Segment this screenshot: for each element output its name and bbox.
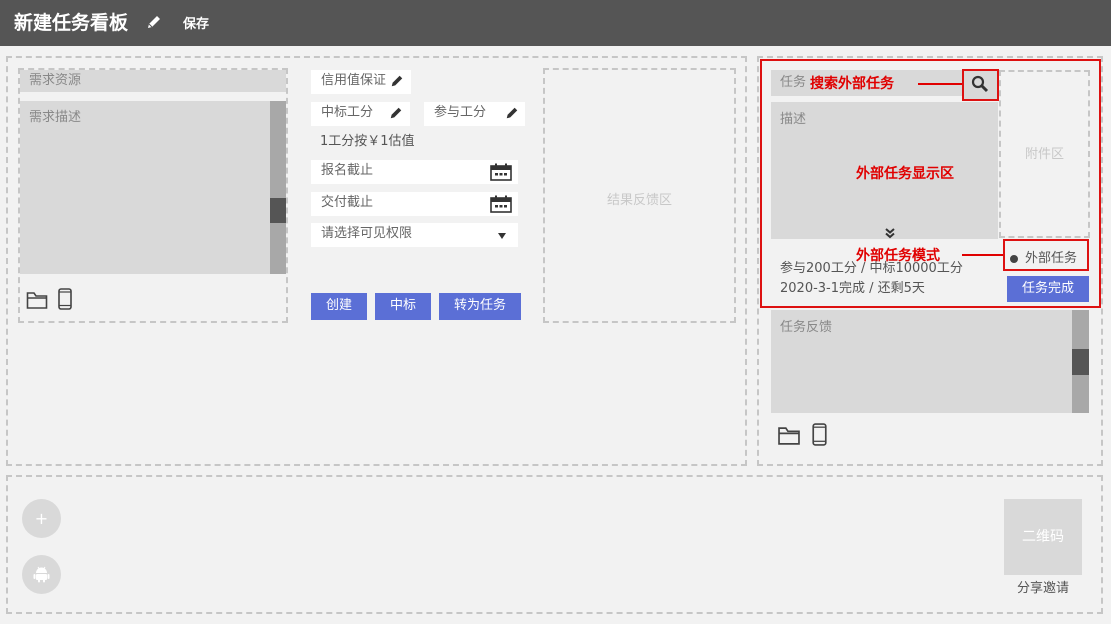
description-textarea[interactable]: 需求描述: [20, 101, 270, 274]
credit-guarantee-label: 信用值保证: [321, 73, 387, 88]
convert-to-task-button[interactable]: 转为任务: [439, 293, 521, 320]
edit-credit-icon[interactable]: [390, 74, 404, 88]
qr-code[interactable]: 二维码: [1004, 499, 1082, 575]
scrollbar-thumb[interactable]: [270, 198, 286, 223]
expand-down-icon[interactable]: [884, 227, 896, 239]
external-task-label: 外部任务: [1025, 251, 1078, 266]
mobile-icon[interactable]: [57, 288, 73, 310]
create-button[interactable]: 创建: [311, 293, 367, 320]
save-button[interactable]: 保存: [183, 16, 209, 34]
edit-title-icon[interactable]: [146, 14, 162, 30]
scrollbar-thumb[interactable]: [1072, 349, 1089, 375]
calendar-icon[interactable]: [490, 163, 512, 181]
task-dates: 2020-3-1完成 / 还剩5天: [780, 281, 925, 296]
annotation-line: [918, 83, 962, 85]
share-invite-label[interactable]: 分享邀请: [1004, 580, 1082, 598]
task-complete-button[interactable]: 任务完成: [1007, 276, 1089, 302]
task-feedback-textarea[interactable]: 任务反馈: [771, 310, 1073, 413]
rate-text: 1工分按￥1估值: [320, 134, 415, 149]
annotation-external-mode: 外部任务模式: [856, 248, 940, 264]
folder-icon[interactable]: [26, 290, 48, 310]
visibility-select-value: 请选择可见权限: [321, 226, 413, 241]
search-icon[interactable]: [971, 75, 989, 93]
calendar-icon[interactable]: [490, 195, 512, 213]
bid-button[interactable]: 中标: [375, 293, 431, 320]
delivery-deadline-field[interactable]: 交付截止: [311, 192, 518, 216]
resource-input[interactable]: 需求资源: [20, 70, 286, 92]
description-scrollbar[interactable]: [270, 101, 286, 274]
annotation-external-display: 外部任务显示区: [856, 166, 954, 182]
attachment-area-label: 附件区: [1024, 147, 1064, 162]
dropdown-arrow-icon[interactable]: [497, 232, 507, 240]
header-bar: [0, 0, 1111, 46]
bottom-toolbar-area: [6, 475, 1103, 614]
add-button[interactable]: +: [22, 499, 61, 538]
edit-join-points-icon[interactable]: [505, 106, 519, 120]
annotation-search-external: 搜索外部任务: [810, 76, 894, 92]
page-title: 新建任务看板: [14, 12, 129, 34]
join-points-label: 参与工分: [434, 105, 487, 120]
radio-dot-icon[interactable]: [1010, 255, 1018, 263]
edit-bid-points-icon[interactable]: [389, 106, 403, 120]
delivery-deadline-label: 交付截止: [321, 195, 374, 210]
signup-deadline-label: 报名截止: [321, 163, 374, 178]
mobile-icon[interactable]: [811, 423, 828, 446]
annotation-line: [962, 254, 1003, 256]
android-icon[interactable]: [33, 566, 50, 583]
bid-points-label: 中标工分: [321, 105, 374, 120]
folder-icon[interactable]: [777, 425, 801, 446]
visibility-select[interactable]: 请选择可见权限: [311, 223, 518, 247]
result-feedback-label: 结果反馈区: [606, 193, 672, 208]
signup-deadline-field[interactable]: 报名截止: [311, 160, 518, 184]
